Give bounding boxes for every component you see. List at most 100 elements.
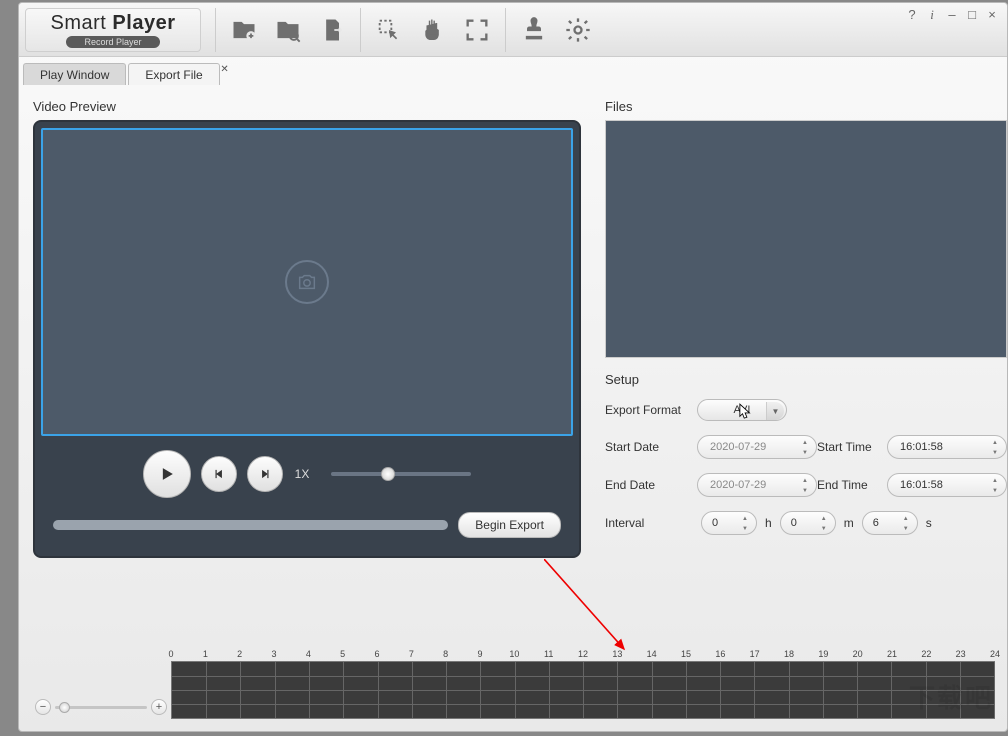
begin-export-button[interactable]: Begin Export [458,512,561,538]
spinner-icon[interactable]: ▲▼ [986,476,1004,496]
spinner-icon[interactable]: ▲▼ [736,514,754,534]
zoom-slider[interactable] [55,706,147,709]
tab-export-file[interactable]: Export File✕ [128,63,219,85]
stamp-button[interactable] [512,8,556,52]
spinner-icon[interactable]: ▲▼ [986,438,1004,458]
playback-controls: 1X [41,436,573,512]
interval-h-input[interactable]: 0 ▲▼ [701,511,757,535]
maximize-button[interactable]: □ [965,7,979,23]
input-value: 2020-07-29 [710,479,766,491]
spinner-icon[interactable]: ▲▼ [897,514,915,534]
ruler-tick: 16 [715,649,725,659]
zoom-out-button[interactable]: − [35,699,51,715]
minimize-button[interactable]: – [945,7,959,23]
spinner-icon[interactable]: ▲▼ [796,476,814,496]
camera-placeholder-icon [285,260,329,304]
tab-play-window[interactable]: Play Window [23,63,126,85]
zoom-in-button[interactable]: + [151,699,167,715]
info-button[interactable]: i [925,7,939,23]
video-canvas[interactable] [41,128,573,436]
settings-button[interactable] [556,8,600,52]
input-value: 16:01:58 [900,441,943,453]
setup-header: Setup [605,372,1007,387]
video-preview-header: Video Preview [33,99,581,114]
start-date-label: Start Date [605,440,697,454]
ruler-tick: 8 [443,649,448,659]
export-button[interactable] [310,8,354,52]
timeline-area: 0123456789101112131415161718192021222324… [31,649,995,719]
chevron-down-icon: ▼ [766,402,784,420]
end-date-label: End Date [605,478,697,492]
unit-s: s [926,516,932,530]
watermark: 下载吧 [909,678,993,715]
export-progress [53,520,448,530]
input-value: 6 [873,517,879,529]
start-date-input[interactable]: 2020-07-29▲▼ [697,435,817,459]
close-button[interactable]: × [985,7,999,23]
selection-tool-button[interactable] [367,8,411,52]
fullscreen-button[interactable] [455,8,499,52]
speed-slider[interactable] [331,472,471,476]
end-date-input[interactable]: 2020-07-29 ▲▼ [697,473,817,497]
brand-box: Smart Player Record Player [25,8,201,52]
ruler-tick: 24 [990,649,1000,659]
input-value: 0 [791,517,797,529]
tab-close-icon[interactable]: ✕ [220,64,228,75]
open-search-button[interactable] [266,8,310,52]
right-panel: Files Setup Export Format AVI▼ Start Dat… [605,99,1007,558]
ruler-tick: 20 [853,649,863,659]
end-time-input[interactable]: 16:01:58▲▼ [887,473,1007,497]
input-value: 0 [712,517,718,529]
ruler-tick: 1 [203,649,208,659]
ruler-tick: 12 [578,649,588,659]
app-window: Smart Player Record Player ? i – □ × Pla… [18,2,1008,732]
export-format-label: Export Format [605,403,697,417]
step-back-button[interactable] [201,456,237,492]
unit-m: m [844,516,854,530]
ruler-tick: 9 [477,649,482,659]
ruler-tick: 18 [784,649,794,659]
video-preview: 1X Begin Export [33,120,581,558]
interval-row: Interval 0 ▲▼ h 0 ▲▼ m 6 ▲▼ s [605,511,1007,535]
spinner-icon[interactable]: ▲▼ [815,514,833,534]
ruler-tick: 4 [306,649,311,659]
pan-tool-button[interactable] [411,8,455,52]
toolbar-divider [215,8,216,52]
ruler-tick: 17 [750,649,760,659]
add-file-button[interactable] [222,8,266,52]
ruler-tick: 3 [271,649,276,659]
slider-knob[interactable] [381,467,395,481]
timeline-grid[interactable] [171,661,995,719]
ruler-tick: 7 [409,649,414,659]
end-time-label: End Time [817,478,887,492]
setup-form: Export Format AVI▼ Start Date 2020-07-29… [605,399,1007,497]
ruler-tick: 0 [168,649,173,659]
toolbar-divider [505,8,506,52]
ruler-tick: 15 [681,649,691,659]
ruler-tick: 23 [956,649,966,659]
window-controls: ? i – □ × [905,7,999,23]
ruler-tick: 10 [509,649,519,659]
export-row: Begin Export [41,512,573,550]
start-time-input[interactable]: 16:01:58 ▲▼ [887,435,1007,459]
play-button[interactable] [143,450,191,498]
unit-h: h [765,516,772,530]
step-forward-button[interactable] [247,456,283,492]
ruler-tick: 2 [237,649,242,659]
interval-s-input[interactable]: 6 ▲▼ [862,511,918,535]
ruler-tick: 11 [544,649,553,659]
help-button[interactable]: ? [905,7,919,23]
annotation-arrow [544,559,644,659]
files-header: Files [605,99,1007,114]
ruler-tick: 22 [921,649,931,659]
spinner-icon[interactable]: ▲▼ [796,438,814,458]
ruler-tick: 13 [612,649,622,659]
files-list[interactable] [605,120,1007,358]
interval-label: Interval [605,516,693,530]
ruler-tick: 6 [374,649,379,659]
slider-knob[interactable] [59,702,70,713]
ruler-tick: 5 [340,649,345,659]
content-area: Video Preview 1X Begin Export [19,85,1007,566]
interval-m-input[interactable]: 0 ▲▼ [780,511,836,535]
left-panel: Video Preview 1X Begin Export [33,99,581,558]
